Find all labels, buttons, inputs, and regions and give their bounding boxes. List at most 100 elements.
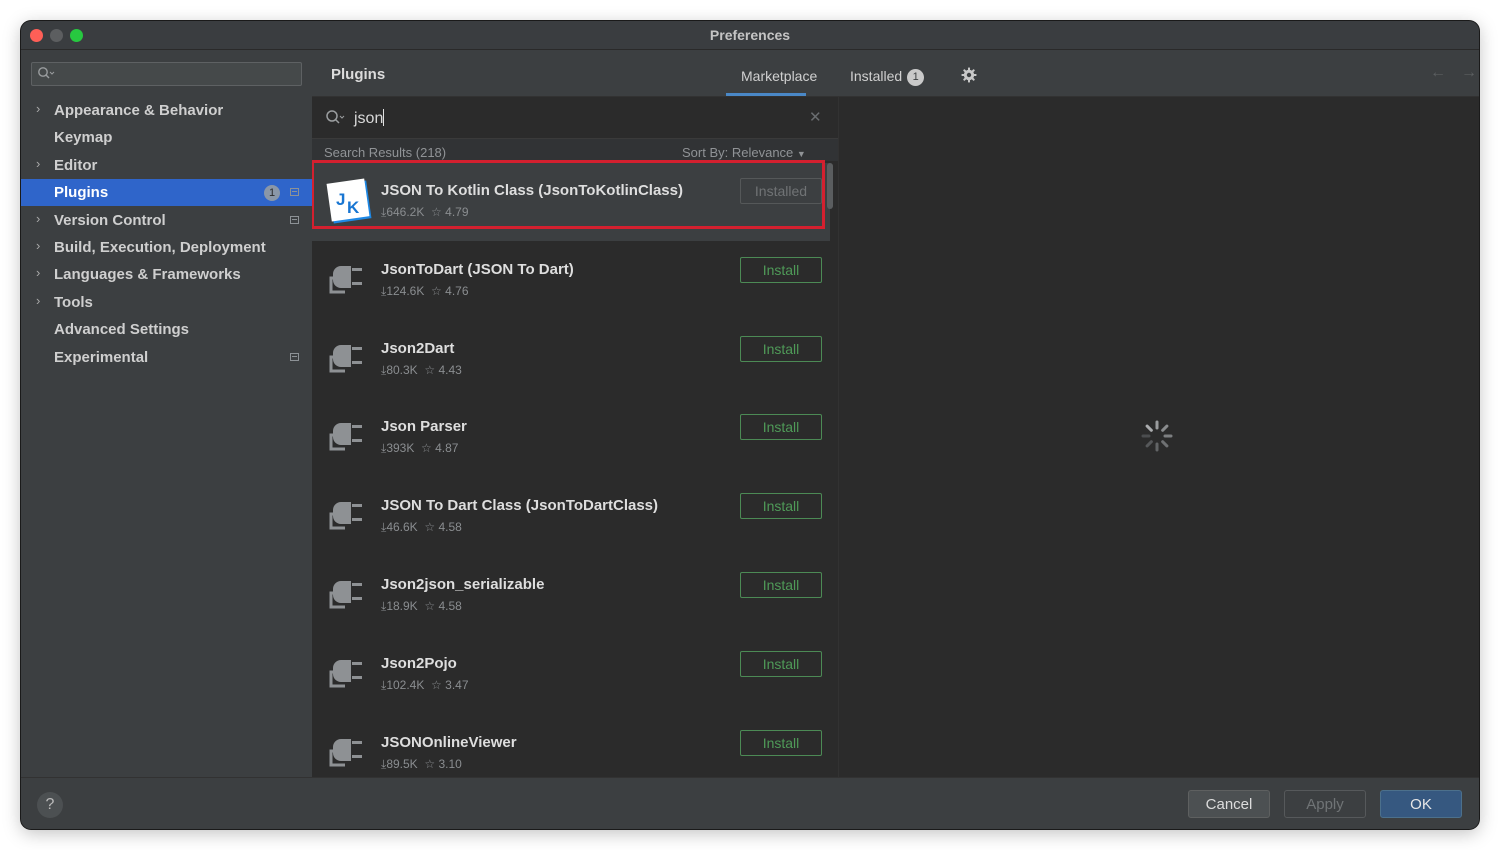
chevron-right-icon[interactable]: › <box>36 156 40 171</box>
plugin-name: JSON To Dart Class (JsonToDartClass) <box>381 497 659 515</box>
plugin-list-item[interactable]: Json2Pojo ⤓102.4K ☆ 3.47 Install <box>312 636 830 714</box>
plugin-search-input[interactable]: json <box>354 109 385 128</box>
results-count: Search Results (218) <box>324 145 447 160</box>
sidebar-item-experimental[interactable]: Experimental <box>21 344 312 371</box>
install-button[interactable]: Install <box>740 572 822 598</box>
plugin-icon <box>325 413 369 462</box>
plugin-list-item[interactable]: JSON To Dart Class (JsonToDartClass) ⤓46.… <box>312 478 830 556</box>
loading-spinner-icon <box>1140 419 1174 458</box>
plugin-name: Json Parser <box>381 418 467 436</box>
plugin-list-item[interactable]: JSONOnlineViewer ⤓89.5K ☆ 3.10 Install <box>312 715 830 777</box>
install-button[interactable]: Install <box>740 493 822 520</box>
download-count: 80.3K <box>386 362 418 377</box>
rating-value: 4.76 <box>445 283 469 298</box>
title-bar: Preferences <box>21 21 1479 50</box>
star-icon: ☆ <box>431 283 442 298</box>
download-count: 102.4K <box>386 677 425 692</box>
sidebar-item-label: Experimental <box>54 348 149 366</box>
sidebar-item-plugins[interactable]: Plugins 1 <box>21 179 312 207</box>
plugin-name: JSONOnlineViewer <box>381 733 517 751</box>
project-scope-icon <box>290 352 299 361</box>
plugin-list-item[interactable]: Json2Dart ⤓80.3K ☆ 4.43 Install <box>312 321 830 399</box>
ok-button[interactable]: OK <box>1380 790 1462 818</box>
preferences-window: Preferences › Appearance & Behavior Keymap… <box>21 21 1479 829</box>
plugin-stats: ⤓18.9K ☆ 4.58 <box>381 599 462 614</box>
dialog-footer: ? Cancel Apply OK <box>21 777 1479 829</box>
plugin-stats: ⤓102.4K ☆ 3.47 <box>381 678 469 693</box>
project-scope-icon <box>290 215 299 224</box>
sidebar-item-label: Plugins <box>54 184 109 202</box>
rating-value: 4.43 <box>438 362 462 377</box>
arrow-left-icon[interactable]: ← <box>1430 64 1446 82</box>
plugin-icon <box>325 492 369 541</box>
highlight-box <box>312 160 825 229</box>
sort-label: Sort By: Relevance <box>682 145 794 160</box>
install-button[interactable]: Install <box>740 335 822 362</box>
install-button[interactable]: Install <box>740 414 822 441</box>
plugin-stats: ⤓46.6K ☆ 4.58 <box>381 520 462 535</box>
tab-installed-label: Installed <box>850 68 903 84</box>
plugin-search-bar[interactable]: json ✕ <box>312 97 838 139</box>
sidebar-item-tools[interactable]: › Tools <box>21 289 312 316</box>
plugin-name: Json2Pojo <box>381 654 457 672</box>
sidebar-item-label: Editor <box>54 156 98 174</box>
sidebar-item-editor[interactable]: › Editor <box>21 152 312 179</box>
tab-installed[interactable]: Installed 1 <box>850 68 925 86</box>
star-icon: ☆ <box>421 441 432 456</box>
cancel-button[interactable]: Cancel <box>1188 790 1270 818</box>
install-button[interactable]: Install <box>740 729 822 756</box>
star-icon: ☆ <box>424 362 436 377</box>
sidebar-item-advanced-settings[interactable]: Advanced Settings <box>21 316 312 343</box>
chevron-right-icon[interactable]: › <box>36 211 40 226</box>
results-scrollbar[interactable] <box>827 163 833 209</box>
rating-value: 3.10 <box>438 756 462 771</box>
plugin-stats: ⤓393K ☆ 4.87 <box>381 441 458 456</box>
sidebar-item-keymap[interactable]: Keymap <box>21 124 312 151</box>
download-count: 89.5K <box>386 756 418 771</box>
plugin-stats: ⤓80.3K ☆ 4.43 <box>381 363 462 378</box>
plugin-list-item[interactable]: JsonToDart (JSON To Dart) ⤓124.6K ☆ 4.76 I… <box>312 242 830 320</box>
sidebar-item-appearance-behavior[interactable]: › Appearance & Behavior <box>21 97 312 124</box>
rating-value: 4.58 <box>438 520 462 535</box>
star-icon: ☆ <box>424 520 436 535</box>
settings-search-input[interactable] <box>31 62 302 86</box>
install-button[interactable]: Install <box>740 256 822 283</box>
install-button[interactable]: Install <box>740 650 822 677</box>
search-icon <box>325 109 345 130</box>
star-icon: ☆ <box>431 677 442 692</box>
sidebar-item-label: Keymap <box>54 129 113 147</box>
sidebar-item-label: Version Control <box>54 211 166 229</box>
text-caret <box>383 109 385 126</box>
clear-search-icon[interactable]: ✕ <box>809 108 822 126</box>
active-tab-indicator <box>726 93 806 96</box>
star-icon: ☆ <box>424 756 436 771</box>
sidebar-item-version-control[interactable]: › Version Control <box>21 207 312 234</box>
plugin-name: Json2json_serializable <box>381 576 545 593</box>
sidebar-item-label: Languages & Frameworks <box>54 266 241 284</box>
rating-value: 4.58 <box>438 599 462 613</box>
chevron-right-icon[interactable]: › <box>36 265 40 280</box>
apply-button[interactable]: Apply <box>1284 790 1366 818</box>
tab-marketplace[interactable]: Marketplace <box>741 68 817 84</box>
plugin-list-item[interactable]: Json2json_serializable ⤓18.9K ☆ 4.58 Insta… <box>312 557 830 635</box>
project-scope-icon <box>290 188 299 197</box>
sidebar-item-build-execution-deployment[interactable]: › Build, Execution, Deployment <box>21 234 312 261</box>
search-query-text: json <box>354 110 384 127</box>
chevron-right-icon[interactable]: › <box>36 238 40 253</box>
chevron-right-icon[interactable]: › <box>36 101 40 116</box>
plugin-name: Json2Dart <box>381 339 455 357</box>
plugin-icon <box>325 571 369 620</box>
sort-dropdown[interactable]: Sort By: Relevance ▼ <box>682 145 806 160</box>
sidebar-item-label: Build, Execution, Deployment <box>54 239 266 256</box>
plugin-list-item[interactable]: Json Parser ⤓393K ☆ 4.87 Install <box>312 399 830 477</box>
sidebar-item-languages-frameworks[interactable]: › Languages & Frameworks <box>21 261 312 288</box>
installed-count-badge: 1 <box>907 68 925 86</box>
rating-value: 4.87 <box>435 441 459 456</box>
rating-value: 3.47 <box>445 677 469 692</box>
download-count: 393K <box>386 441 415 456</box>
plugin-detail-panel <box>839 97 1479 777</box>
chevron-right-icon[interactable]: › <box>36 293 40 308</box>
arrow-right-icon[interactable]: → <box>1461 64 1477 82</box>
help-button[interactable]: ? <box>37 792 63 818</box>
gear-icon[interactable] <box>961 67 977 88</box>
